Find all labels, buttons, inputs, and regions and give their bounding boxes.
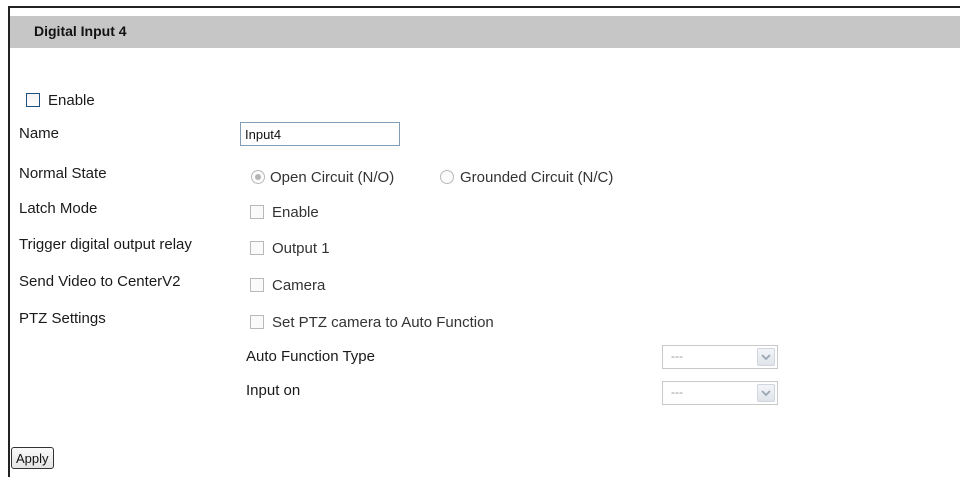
radio-grounded-circuit-label: Grounded Circuit (N/C) bbox=[460, 169, 614, 186]
latch-mode-checkbox-label: Enable bbox=[272, 204, 319, 221]
ptz-auto-function-label: Set PTZ camera to Auto Function bbox=[272, 314, 494, 331]
ptz-settings-label: PTZ Settings bbox=[19, 310, 106, 327]
radio-grounded-circuit[interactable] bbox=[440, 170, 454, 184]
name-input[interactable] bbox=[240, 122, 400, 146]
radio-open-circuit[interactable] bbox=[251, 170, 265, 184]
enable-checkbox[interactable] bbox=[26, 93, 40, 107]
latch-mode-checkbox[interactable] bbox=[250, 205, 264, 219]
panel-title: Digital Input 4 bbox=[34, 23, 127, 39]
ptz-auto-function-checkbox[interactable] bbox=[250, 315, 264, 329]
trigger-output-label: Trigger digital output relay bbox=[19, 236, 192, 253]
camera-checkbox-label: Camera bbox=[272, 277, 326, 294]
auto-function-type-value: --- bbox=[671, 349, 683, 363]
input-on-value: --- bbox=[671, 385, 683, 399]
apply-button[interactable]: Apply bbox=[11, 447, 54, 469]
input-on-label: Input on bbox=[246, 382, 301, 399]
input-on-select[interactable]: --- bbox=[662, 381, 778, 405]
normal-state-label: Normal State bbox=[19, 165, 107, 182]
send-video-label: Send Video to CenterV2 bbox=[19, 273, 181, 290]
auto-function-type-select[interactable]: --- bbox=[662, 345, 778, 369]
enable-label: Enable bbox=[48, 92, 95, 109]
latch-mode-label: Latch Mode bbox=[19, 200, 98, 217]
panel-header: Digital Input 4 bbox=[10, 16, 960, 48]
chevron-down-icon bbox=[757, 384, 775, 402]
output1-checkbox-label: Output 1 bbox=[272, 240, 330, 257]
output1-checkbox[interactable] bbox=[250, 241, 264, 255]
name-label: Name bbox=[19, 125, 60, 142]
auto-function-type-label: Auto Function Type bbox=[246, 348, 375, 365]
chevron-down-icon bbox=[757, 348, 775, 366]
camera-checkbox[interactable] bbox=[250, 278, 264, 292]
radio-open-circuit-label: Open Circuit (N/O) bbox=[270, 169, 395, 186]
